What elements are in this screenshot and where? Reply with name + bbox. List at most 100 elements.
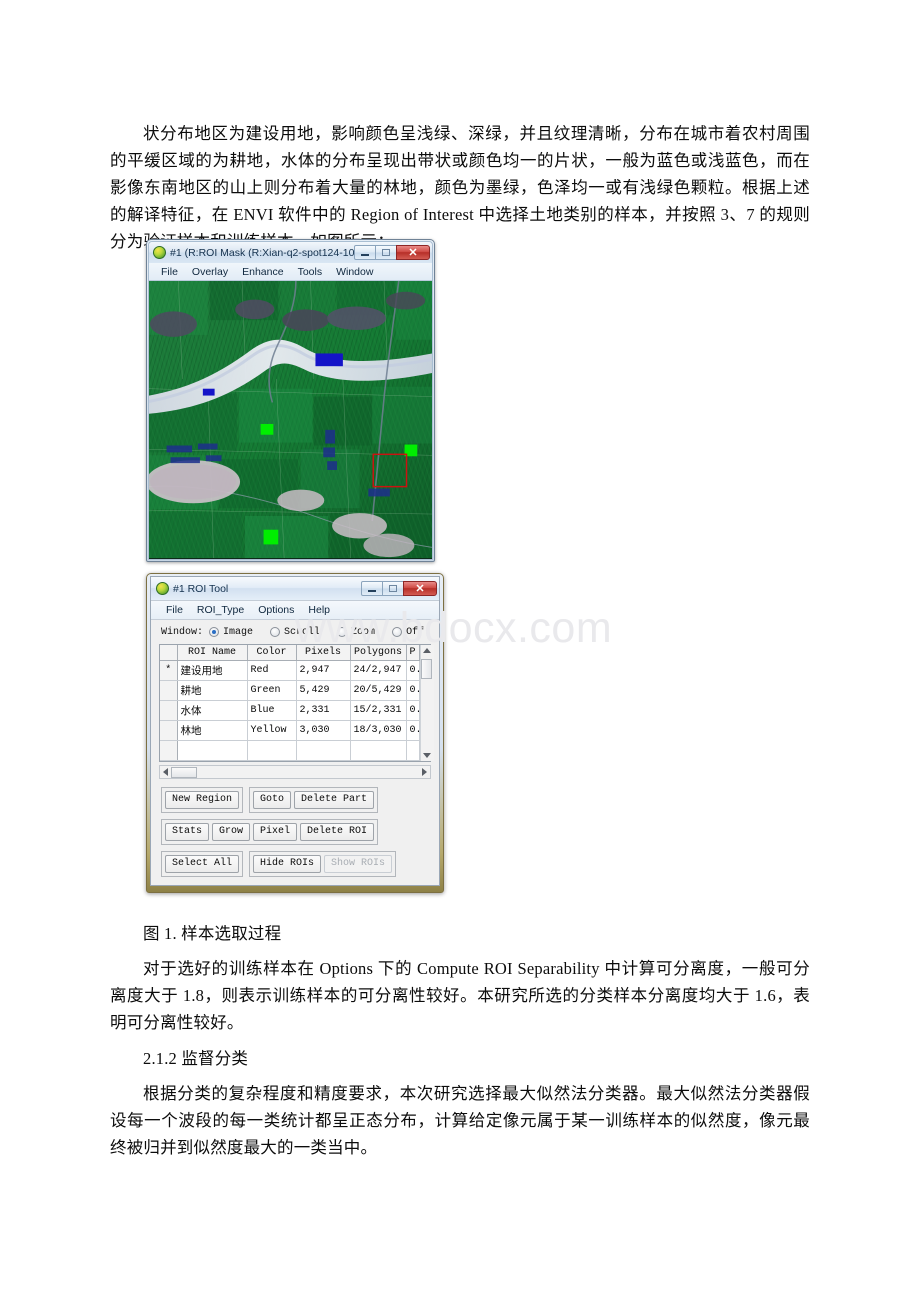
image-window-titlebar[interactable]: #1 (R:ROI Mask (R:Xian-q2-spot124-10mc-m… <box>149 242 432 263</box>
cell-pixels: 2,947 <box>296 660 351 681</box>
cell-empty <box>247 740 297 762</box>
button-group-visibility: Hide ROIs Show ROIs <box>249 851 397 877</box>
cell-p: 0. <box>406 720 420 741</box>
column-header-pixels[interactable]: Pixels <box>296 645 351 661</box>
paragraph-interpretation: 状分布地区为建设用地，影响颜色呈浅绿、深绿，并且纹理清晰，分布在城市着农村周围的… <box>110 123 810 251</box>
row-marker <box>160 680 178 701</box>
roi-sample-green-3 <box>263 529 279 545</box>
radio-label-zoom: Zoom <box>351 626 376 638</box>
envi-image-window-frame: #1 (R:ROI Mask (R:Xian-q2-spot124-10mc-m… <box>148 241 433 560</box>
column-header-polygons[interactable]: Polygons <box>350 645 407 661</box>
button-group-select: Select All <box>161 851 244 877</box>
delete-roi-button[interactable]: Delete ROI <box>300 823 375 841</box>
paragraph-max-likelihood: 根据分类的复杂程度和精度要求，本次研究选择最大似然法分类器。最大似然法分类器假设… <box>110 1083 810 1157</box>
scroll-down-arrow-icon[interactable] <box>423 753 431 758</box>
vertical-scroll-track[interactable] <box>420 655 434 751</box>
column-header-roi-name[interactable]: ROI Name <box>177 645 248 661</box>
roi-table-header-row: ROI Name Color Pixels Polygons P <box>160 645 420 661</box>
scroll-left-arrow-icon[interactable] <box>163 768 168 776</box>
show-rois-button: Show ROIs <box>324 855 393 873</box>
cell-empty <box>296 740 351 762</box>
cell-empty <box>406 740 420 762</box>
figure-caption: 图 1. 样本选取过程 <box>143 923 282 943</box>
image-window-controls: ✕ <box>354 245 430 260</box>
table-row[interactable]: * 建设用地 Red 2,947 24/2,947 0. <box>160 660 420 681</box>
select-all-button[interactable]: Select All <box>165 855 240 873</box>
table-row[interactable]: 耕地 Green 5,429 20/5,429 0. <box>160 680 420 701</box>
menu-item-file[interactable]: File <box>159 604 190 616</box>
roi-tool-window[interactable]: #1 ROI Tool ✕ File ROI_Type Options Help… <box>146 573 444 893</box>
column-header-color[interactable]: Color <box>247 645 297 661</box>
column-header-marker <box>160 645 178 661</box>
cell-pixels: 2,331 <box>296 700 351 721</box>
window-mode-row: Window: Image Scroll Zoom Off <box>151 620 439 644</box>
table-row[interactable]: 林地 Yellow 3,030 18/3,030 0. <box>160 720 420 741</box>
cell-polygons: 24/2,947 <box>350 660 407 681</box>
close-icon[interactable]: ✕ <box>403 581 437 596</box>
cell-roi-name: 耕地 <box>177 680 248 701</box>
horizontal-scroll-thumb[interactable] <box>171 766 197 778</box>
radio-option-image[interactable]: Image <box>209 627 253 638</box>
menu-item-enhance[interactable]: Enhance <box>235 266 290 278</box>
minimize-icon[interactable] <box>361 581 383 596</box>
radio-icon-off[interactable] <box>392 627 403 637</box>
stats-button[interactable]: Stats <box>165 823 210 841</box>
cell-color: Red <box>247 660 297 681</box>
grow-button[interactable]: Grow <box>212 823 251 841</box>
menu-item-tools[interactable]: Tools <box>291 266 330 278</box>
satellite-image-canvas[interactable] <box>149 281 432 559</box>
cell-roi-name: 林地 <box>177 720 248 741</box>
envi-globe-icon <box>156 582 169 595</box>
window-mode-label: Window: <box>161 626 204 638</box>
goto-button[interactable]: Goto <box>253 791 292 809</box>
radio-label-image: Image <box>223 626 254 638</box>
menu-item-overlay[interactable]: Overlay <box>185 266 235 278</box>
radio-icon-scroll[interactable] <box>270 627 281 637</box>
radio-icon-zoom[interactable] <box>337 627 348 637</box>
image-window-menubar[interactable]: File Overlay Enhance Tools Window <box>149 263 432 281</box>
scroll-up-arrow-icon[interactable] <box>423 648 431 653</box>
roi-tool-title: #1 ROI Tool <box>173 582 229 595</box>
menu-item-roi-type[interactable]: ROI_Type <box>190 604 251 616</box>
column-header-p[interactable]: P <box>406 645 420 661</box>
vertical-scroll-thumb[interactable] <box>420 659 432 679</box>
envi-image-window[interactable]: #1 (R:ROI Mask (R:Xian-q2-spot124-10mc-m… <box>146 239 435 562</box>
close-icon[interactable]: ✕ <box>396 245 430 260</box>
menu-item-options[interactable]: Options <box>251 604 301 616</box>
roi-table-horizontal-scrollbar[interactable] <box>159 765 431 779</box>
roi-table-container: ROI Name Color Pixels Polygons P * 建设用地 <box>159 644 434 762</box>
paragraph-separability: 对于选好的训练样本在 Options 下的 Compute ROI Separa… <box>110 958 810 1032</box>
menu-item-help[interactable]: Help <box>301 604 337 616</box>
image-window-title: #1 (R:ROI Mask (R:Xian-q2-spot124-10mc-m… <box>170 246 354 259</box>
radio-icon-image[interactable] <box>209 627 220 637</box>
button-row-1: New Region Goto Delete Part <box>161 787 429 813</box>
cell-pixels: 3,030 <box>296 720 351 741</box>
roi-tool-body: File ROI_Type Options Help Window: Image… <box>151 600 439 885</box>
cell-color: Green <box>247 680 297 701</box>
envi-globe-icon <box>153 246 166 259</box>
roi-table-vertical-scrollbar[interactable] <box>419 645 434 761</box>
scroll-right-arrow-icon[interactable] <box>422 768 427 776</box>
maximize-icon[interactable] <box>382 581 404 596</box>
hide-rois-button[interactable]: Hide ROIs <box>253 855 322 873</box>
roi-table[interactable]: ROI Name Color Pixels Polygons P * 建设用地 <box>160 645 420 762</box>
menu-item-window[interactable]: Window <box>329 266 380 278</box>
minimize-icon[interactable] <box>354 245 376 260</box>
new-region-button[interactable]: New Region <box>165 791 240 809</box>
roi-tool-titlebar[interactable]: #1 ROI Tool ✕ <box>151 577 439 600</box>
roi-tool-menubar[interactable]: File ROI_Type Options Help <box>151 601 439 620</box>
pixel-button[interactable]: Pixel <box>253 823 298 841</box>
radio-option-off[interactable]: Off <box>392 627 424 638</box>
button-group-goto: Goto Delete Part <box>249 787 379 813</box>
radio-option-zoom[interactable]: Zoom <box>337 627 375 638</box>
delete-part-button[interactable]: Delete Part <box>294 791 375 809</box>
menu-item-file[interactable]: File <box>154 266 185 278</box>
radio-option-scroll[interactable]: Scroll <box>270 627 320 638</box>
cell-pixels: 5,429 <box>296 680 351 701</box>
maximize-icon[interactable] <box>375 245 397 260</box>
section-heading-2-1-2: 2.1.2 监督分类 <box>143 1048 249 1068</box>
table-row[interactable]: 水体 Blue 2,331 15/2,331 0. <box>160 700 420 721</box>
row-marker <box>160 700 178 721</box>
cell-color: Yellow <box>247 720 297 741</box>
roi-tool-frame: #1 ROI Tool ✕ File ROI_Type Options Help… <box>150 576 440 886</box>
